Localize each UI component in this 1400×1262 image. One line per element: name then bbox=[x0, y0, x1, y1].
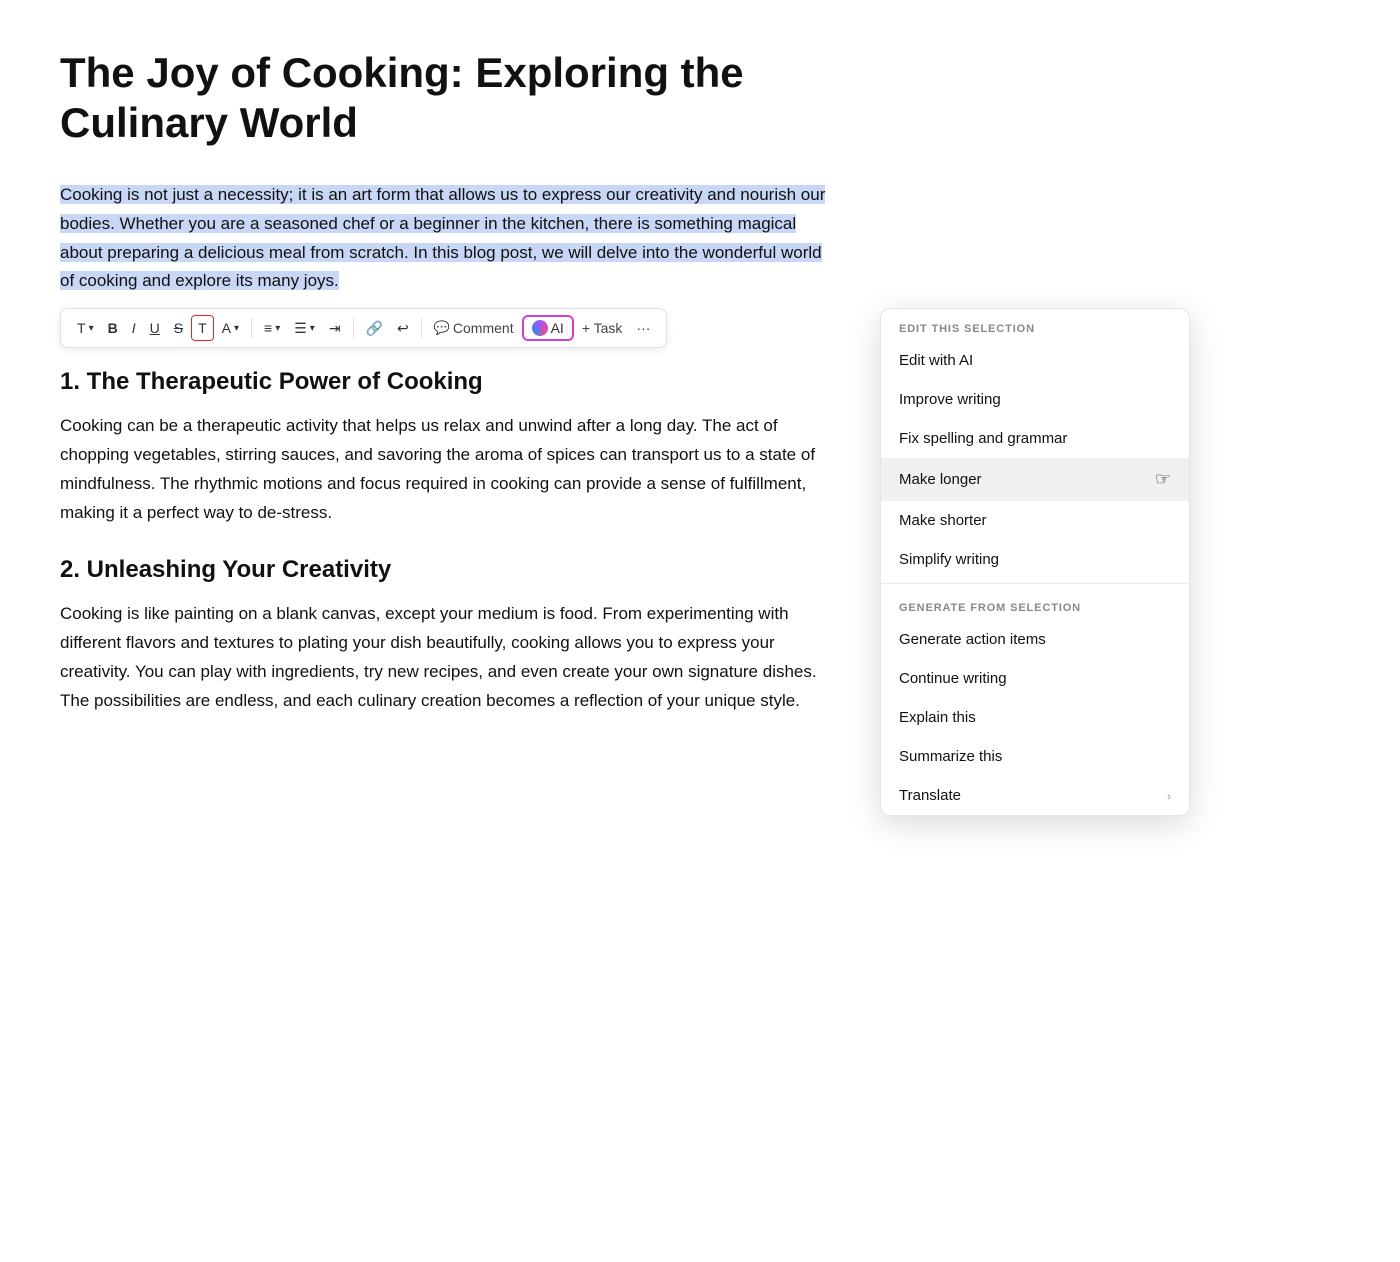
section-2-heading: 2. Unleashing Your Creativity bbox=[60, 556, 840, 584]
cursor-icon: ☞ bbox=[1155, 469, 1171, 490]
align-button[interactable]: ≡ ▾ bbox=[258, 316, 286, 340]
dropdown-divider bbox=[881, 583, 1189, 584]
edit-with-ai-item[interactable]: Edit with AI bbox=[881, 341, 1189, 380]
section-2-body: Cooking is like painting on a blank canv… bbox=[60, 600, 840, 716]
translate-chevron: › bbox=[1167, 789, 1171, 803]
editor-area: The Joy of Cooking: Exploring the Culina… bbox=[0, 0, 900, 791]
text-icon: T bbox=[77, 320, 86, 336]
comment-icon: 💬 bbox=[434, 320, 450, 336]
edit-section-label: EDIT THIS SELECTION bbox=[881, 309, 1189, 341]
font-color-button[interactable]: A ▾ bbox=[216, 316, 245, 340]
continue-writing-item[interactable]: Continue writing bbox=[881, 659, 1189, 698]
toolbar-divider-2 bbox=[353, 318, 354, 338]
section-1-heading: 1. The Therapeutic Power of Cooking bbox=[60, 368, 840, 396]
list-button[interactable]: ☰ ▾ bbox=[288, 316, 321, 341]
fix-spelling-grammar-item[interactable]: Fix spelling and grammar bbox=[881, 419, 1189, 458]
text-style-button[interactable]: T ▾ bbox=[71, 316, 100, 340]
link-icon: 🔗 bbox=[366, 320, 383, 337]
highlight-button[interactable]: T bbox=[191, 315, 214, 341]
ai-dropdown-menu: EDIT THIS SELECTION Edit with AI Improve… bbox=[880, 308, 1190, 816]
more-options-button[interactable]: ··· bbox=[630, 316, 656, 340]
undo-button[interactable]: ↩ bbox=[391, 316, 415, 341]
indent-button[interactable]: ⇥ bbox=[323, 316, 347, 341]
comment-button[interactable]: 💬 Comment bbox=[428, 316, 520, 340]
document-title: The Joy of Cooking: Exploring the Culina… bbox=[60, 48, 840, 149]
make-shorter-item[interactable]: Make shorter bbox=[881, 501, 1189, 540]
toolbar-wrapper: T ▾ B I U S T A ▾ ≡ bbox=[60, 308, 840, 348]
undo-icon: ↩ bbox=[397, 320, 409, 337]
dropdown-chevron: ▾ bbox=[275, 323, 280, 334]
section-2: 2. Unleashing Your Creativity Cooking is… bbox=[60, 556, 840, 716]
toolbar-divider-1 bbox=[251, 318, 252, 338]
formatting-toolbar: T ▾ B I U S T A ▾ ≡ bbox=[60, 308, 667, 348]
section-1: 1. The Therapeutic Power of Cooking Cook… bbox=[60, 368, 840, 528]
ai-icon bbox=[532, 320, 548, 336]
toolbar-divider-3 bbox=[421, 318, 422, 338]
dropdown-chevron: ▾ bbox=[89, 323, 94, 334]
section-1-body: Cooking can be a therapeutic activity th… bbox=[60, 412, 840, 528]
simplify-writing-item[interactable]: Simplify writing bbox=[881, 540, 1189, 579]
translate-item[interactable]: Translate › bbox=[881, 776, 1189, 815]
generate-action-items-item[interactable]: Generate action items bbox=[881, 620, 1189, 659]
intro-paragraph: Cooking is not just a necessity; it is a… bbox=[60, 181, 840, 297]
underline-button[interactable]: U bbox=[144, 316, 166, 340]
generate-section-label: GENERATE FROM SELECTION bbox=[881, 588, 1189, 620]
bold-button[interactable]: B bbox=[102, 316, 124, 340]
make-longer-item[interactable]: Make longer ☞ bbox=[881, 458, 1189, 501]
summarize-this-item[interactable]: Summarize this bbox=[881, 737, 1189, 776]
italic-button[interactable]: I bbox=[126, 316, 142, 340]
task-button[interactable]: + Task bbox=[576, 316, 629, 340]
link-button[interactable]: 🔗 bbox=[360, 316, 389, 341]
strikethrough-button[interactable]: S bbox=[168, 316, 189, 340]
explain-this-item[interactable]: Explain this bbox=[881, 698, 1189, 737]
ai-button[interactable]: AI bbox=[522, 315, 574, 341]
improve-writing-item[interactable]: Improve writing bbox=[881, 380, 1189, 419]
dropdown-chevron: ▾ bbox=[310, 323, 315, 334]
dropdown-chevron: ▾ bbox=[234, 323, 239, 334]
selected-text: Cooking is not just a necessity; it is a… bbox=[60, 185, 825, 291]
